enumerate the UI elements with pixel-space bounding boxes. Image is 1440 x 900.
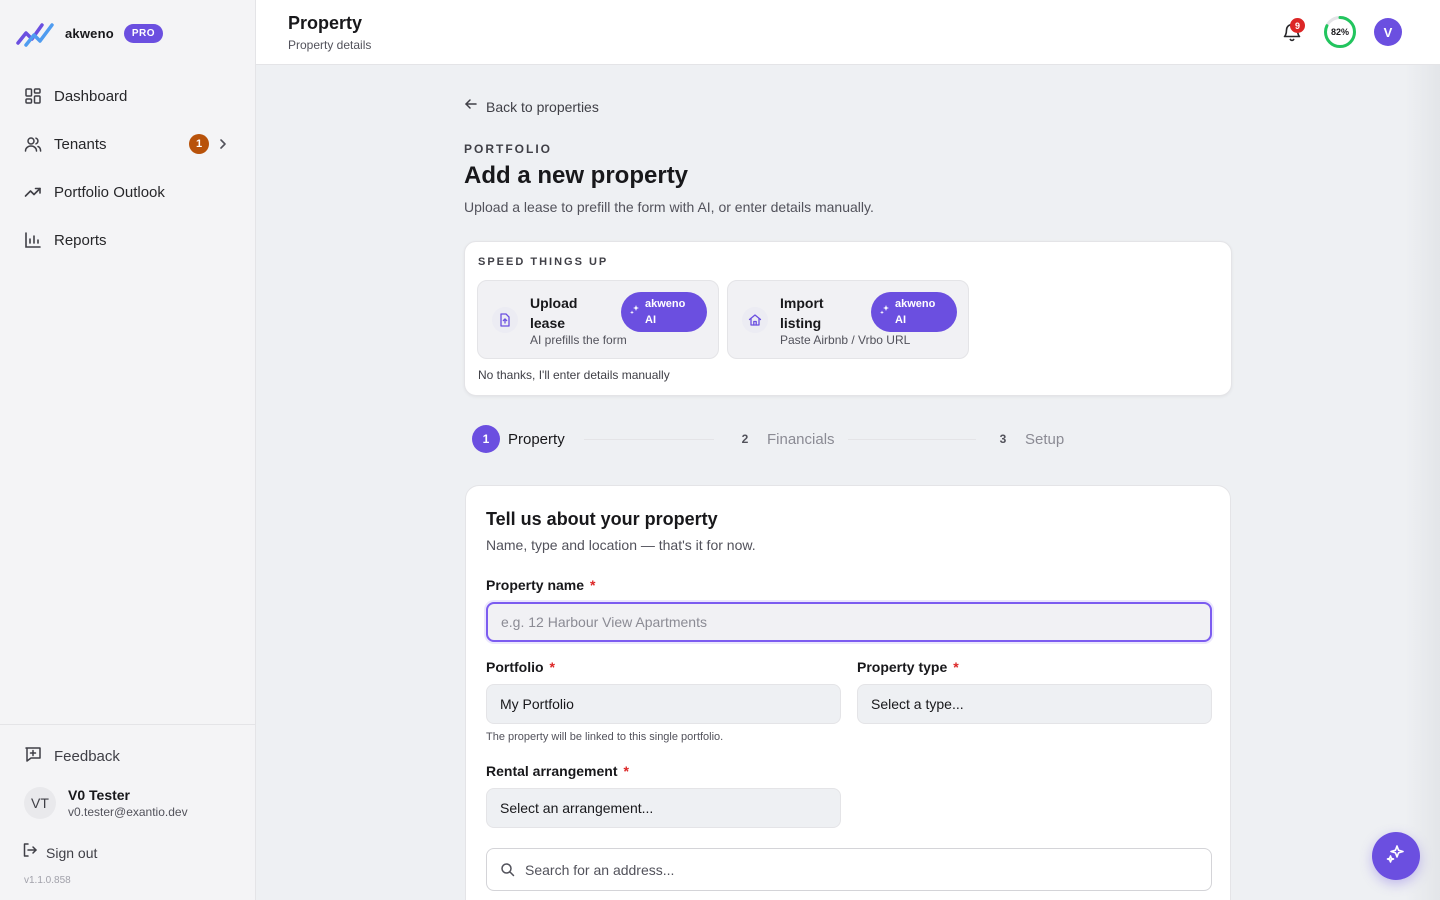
step-connector [584,439,714,440]
sidebar-item-label: Dashboard [54,87,128,105]
akweno-ai-badge: akweno AI [871,292,957,332]
pro-badge: PRO [123,23,164,43]
bar-chart-icon [24,231,42,249]
back-to-properties-link[interactable]: Back to properties [464,97,599,116]
address-search-input[interactable]: Search for an address... [486,848,1212,891]
property-name-input[interactable]: e.g. 12 Harbour View Apartments [486,602,1212,642]
log-out-icon [22,842,38,863]
page-title: Add a new property [464,162,689,189]
tenants-count-badge: 1 [189,134,209,154]
ai-badge-text: akweno AI [645,298,686,326]
property-name-label: Property name * [486,577,596,593]
sign-out-button[interactable]: Sign out [22,842,97,863]
sidebar-item-label: Reports [54,231,107,249]
step-label: Setup [1025,430,1065,448]
step-label: Property [508,430,565,448]
property-form-card: Tell us about your property Name, type a… [465,485,1231,900]
feedback-button[interactable]: Feedback [24,745,120,768]
ai-assistant-button[interactable] [1372,832,1420,880]
brand-name: akweno [65,25,114,41]
back-link-label: Back to properties [486,98,599,115]
sidebar-item-reports[interactable]: Reports [0,216,256,264]
step-connector [848,439,976,440]
app-version: v1.1.0.858 [24,875,71,886]
step-number: 1 [472,425,500,453]
enter-manually-link[interactable]: No thanks, I'll enter details manually [478,368,670,382]
property-type-label: Property type * [857,659,959,675]
sparkles-icon [1385,843,1407,870]
page-description: Upload a lease to prefill the form with … [464,199,874,215]
step-number: 3 [989,425,1017,453]
user-info: V0 Tester v0.tester@exantio.dev [68,787,188,819]
notification-count-badge: 9 [1290,18,1305,33]
file-upload-icon [492,307,518,333]
user-profile[interactable]: VT V0 Tester v0.tester@exantio.dev [24,787,188,819]
trending-up-icon [24,183,42,201]
page-header-title: Property [288,13,363,33]
akweno-logo-icon [16,23,54,47]
import-listing-option[interactable]: Import listing Paste Airbnb / Vrbo URL a… [727,280,969,359]
sidebar: akweno PRO Dashboard Tenants 1 Portfolio… [0,0,256,900]
sidebar-item-dashboard[interactable]: Dashboard [0,72,256,120]
top-header: Property Property details 9 82% V [256,0,1440,65]
sidebar-item-tenants[interactable]: Tenants 1 [0,120,256,168]
message-plus-icon [24,745,42,768]
user-avatar-button[interactable]: V [1374,18,1402,46]
sidebar-footer: Feedback VT V0 Tester v0.tester@exantio.… [0,724,256,886]
user-email: v0.tester@exantio.dev [68,805,188,819]
sparkles-icon [629,303,641,321]
search-icon [500,862,515,877]
option-subtitle: AI prefills the form [530,333,627,347]
sidebar-item-portfolio-outlook[interactable]: Portfolio Outlook [0,168,256,216]
form-description: Name, type and location — that's it for … [486,537,756,553]
portfolio-hint: The property will be linked to this sing… [486,731,724,743]
portfolio-label: Portfolio * [486,659,555,675]
home-icon [742,307,768,333]
avatar: VT [24,787,56,819]
step-property[interactable]: 1 Property [472,425,565,453]
brand[interactable]: akweno PRO [16,18,164,48]
portfolio-select[interactable]: My Portfolio [486,684,841,724]
step-setup[interactable]: 3 Setup [989,425,1064,453]
option-title: Import listing [780,295,824,331]
profile-completion-label: 82% [1330,27,1349,37]
rental-arrangement-select[interactable]: Select an arrangement... [486,788,841,828]
page-header-subtitle: Property details [288,38,372,52]
step-financials[interactable]: 2 Financials [731,425,835,453]
sign-out-label: Sign out [46,844,98,861]
step-label: Financials [767,430,835,448]
chevron-right-icon[interactable] [215,135,231,153]
upload-lease-option[interactable]: Upload lease AI prefills the form akweno… [477,280,719,359]
sparkles-icon [879,303,891,321]
sidebar-item-label: Tenants [54,135,107,153]
step-number: 2 [731,425,759,453]
speed-card-label: SPEED THINGS UP [478,256,609,268]
user-name: V0 Tester [68,787,130,803]
speed-things-up-card: SPEED THINGS UP Upload lease AI prefills… [464,241,1232,396]
ai-badge-text: akweno AI [895,298,936,326]
akweno-ai-badge: akweno AI [621,292,707,332]
grid-icon [24,87,42,105]
address-search-placeholder: Search for an address... [525,861,675,878]
option-subtitle: Paste Airbnb / Vrbo URL [780,333,911,347]
rental-arrangement-label: Rental arrangement * [486,763,629,779]
sidebar-item-label: Portfolio Outlook [54,183,165,201]
form-title: Tell us about your property [486,509,718,529]
users-icon [24,135,42,153]
property-type-select[interactable]: Select a type... [857,684,1212,724]
arrow-left-icon [464,97,478,116]
option-title: Upload lease [530,295,578,331]
feedback-label: Feedback [54,748,120,765]
section-eyebrow: PORTFOLIO [464,142,552,156]
sidebar-nav: Dashboard Tenants 1 Portfolio Outlook Re… [0,72,256,264]
scroll-shade [1405,65,1440,900]
